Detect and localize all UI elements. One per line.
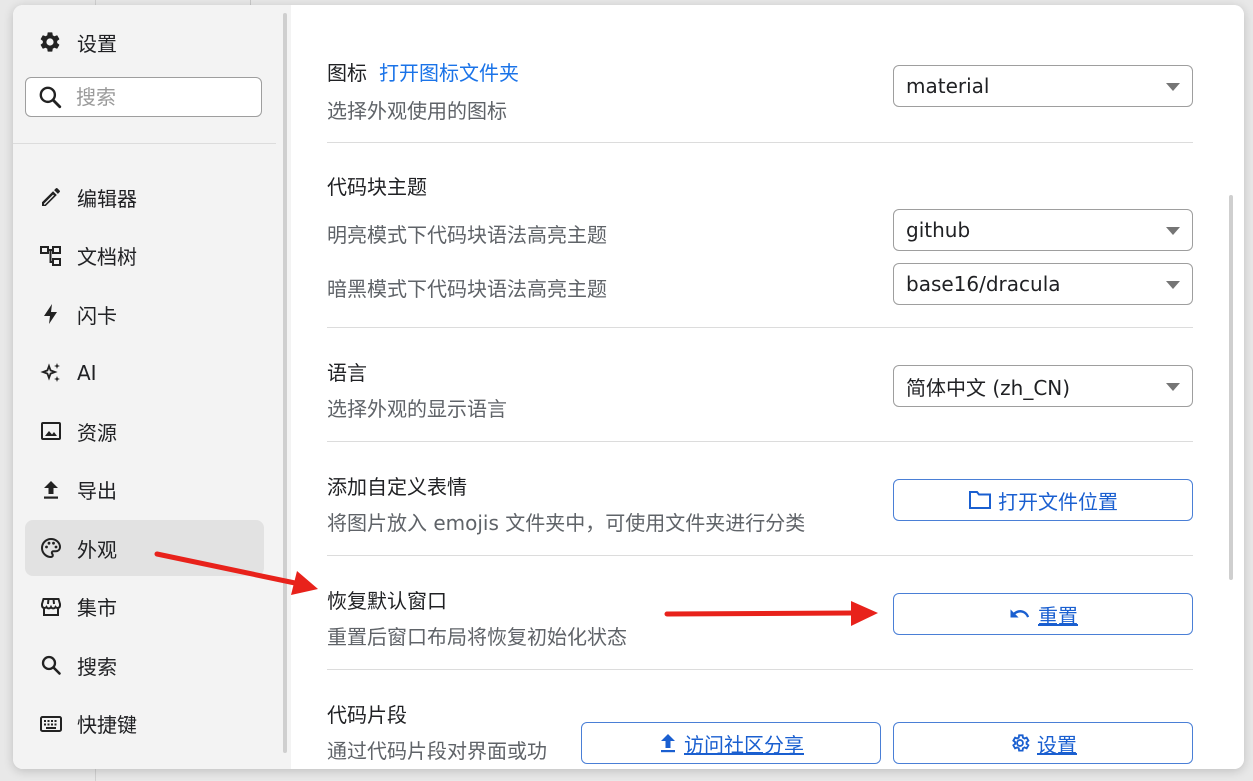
caret-down-icon — [1166, 281, 1180, 289]
emoji-section: 添加自定义表情 将图片放入 emojis 文件夹中，可使用文件夹进行分类 打开文… — [327, 465, 1193, 545]
reset-button[interactable]: 重置 — [893, 593, 1193, 635]
sidebar-item-label: AI — [77, 360, 97, 385]
caret-down-icon — [1166, 383, 1180, 391]
icon-select-value: material — [906, 74, 990, 98]
sidebar-item-bazaar[interactable]: 集市 — [25, 579, 264, 635]
settings-title: 设置 — [37, 27, 117, 57]
sidebar-item-ai[interactable]: AI — [25, 345, 264, 401]
reset-window-title: 恢复默认窗口 — [327, 589, 447, 613]
code-theme-title: 代码块主题 — [327, 175, 427, 199]
sidebar-item-search[interactable]: 搜索 — [25, 637, 264, 693]
dark-theme-label: 暗黑模式下代码块语法高亮主题 — [327, 277, 607, 301]
emoji-title: 添加自定义表情 — [327, 475, 467, 499]
sidebar-item-label: 搜索 — [77, 654, 117, 679]
gear-icon — [1009, 732, 1031, 754]
section-divider — [327, 441, 1193, 442]
settings-title-label: 设置 — [77, 31, 117, 56]
icon-section-desc: 选择外观使用的图标 — [327, 99, 507, 123]
store-icon — [37, 593, 65, 621]
language-desc: 选择外观的显示语言 — [327, 397, 507, 421]
section-divider — [327, 555, 1193, 556]
icon-title-text: 图标 — [327, 61, 367, 85]
section-divider — [327, 142, 1193, 143]
sidebar-item-label: 集市 — [77, 596, 117, 620]
main-scrollbar[interactable] — [1229, 195, 1233, 580]
upload-icon — [37, 476, 65, 504]
sidebar-item-label: 闪卡 — [77, 303, 117, 328]
search-input[interactable] — [74, 84, 248, 110]
settings-panel: 图标 打开图标文件夹 选择外观使用的图标 material 代码块主题 明亮模式下… — [291, 5, 1244, 769]
language-value: 简体中文 (zh_CN) — [906, 375, 1071, 400]
open-file-location-label: 打开文件位置 — [998, 489, 1118, 514]
keyboard-icon — [37, 710, 65, 738]
sidebar-item-keymap[interactable]: 快捷键 — [25, 696, 264, 752]
sidebar-item-label: 资源 — [77, 420, 117, 445]
search-icon — [36, 83, 64, 111]
snippets-desc: 通过代码片段对界面或功 — [327, 739, 547, 763]
sidebar-item-label: 编辑器 — [77, 186, 137, 211]
image-icon — [37, 417, 65, 445]
reset-window-desc: 重置后窗口布局将恢复初始化状态 — [327, 625, 627, 649]
sidebar: 设置 编辑器 文档树 — [13, 5, 291, 769]
dark-theme-value: base16/dracula — [906, 272, 1061, 296]
language-section: 语言 选择外观的显示语言 简体中文 (zh_CN) — [327, 351, 1193, 431]
open-file-location-button[interactable]: 打开文件位置 — [893, 479, 1193, 521]
folder-icon — [968, 489, 992, 511]
undo-icon — [1008, 604, 1032, 624]
reset-window-section: 恢复默认窗口 重置后窗口布局将恢复初始化状态 重置 — [327, 579, 1193, 659]
sidebar-nav: 编辑器 文档树 闪卡 AI 资源 导出 外观 集市 搜索 快捷键 — [25, 169, 264, 754]
sidebar-item-flashcard[interactable]: 闪卡 — [25, 286, 264, 342]
tree-icon — [37, 242, 65, 270]
palette-icon — [37, 534, 65, 562]
sidebar-item-doctree[interactable]: 文档树 — [25, 228, 264, 284]
snippets-settings-button[interactable]: 设置 — [893, 722, 1193, 764]
settings-dialog: 设置 编辑器 文档树 — [13, 5, 1244, 769]
sidebar-scrollbar[interactable] — [283, 13, 287, 753]
sidebar-item-editor[interactable]: 编辑器 — [25, 169, 264, 225]
icon-select[interactable]: material — [893, 65, 1193, 107]
lightning-icon — [37, 300, 65, 328]
light-theme-select[interactable]: github — [893, 209, 1193, 251]
open-icon-folder-link[interactable]: 打开图标文件夹 — [379, 61, 519, 85]
snippets-title: 代码片段 — [327, 703, 407, 727]
icon-section-title: 图标 打开图标文件夹 — [327, 57, 519, 86]
language-title: 语言 — [327, 361, 367, 385]
sidebar-item-label: 导出 — [77, 479, 117, 503]
snippets-section: 代码片段 通过代码片段对界面或功 访问社区分享 设置 — [327, 693, 1193, 769]
sidebar-item-export[interactable]: 导出 — [25, 462, 264, 518]
icon-section: 图标 打开图标文件夹 选择外观使用的图标 material — [327, 49, 1193, 129]
sidebar-item-label: 外观 — [77, 537, 117, 562]
upload-icon — [658, 732, 678, 754]
sidebar-divider — [13, 143, 276, 144]
light-theme-value: github — [906, 218, 971, 242]
sidebar-item-label: 快捷键 — [77, 713, 137, 737]
caret-down-icon — [1166, 227, 1180, 235]
snippets-settings-label: 设置 — [1037, 732, 1077, 757]
sidebar-item-appearance[interactable]: 外观 — [25, 520, 264, 576]
sidebar-item-label: 文档树 — [77, 245, 137, 269]
gear-icon — [37, 29, 63, 55]
section-divider — [327, 327, 1193, 328]
emoji-desc: 将图片放入 emojis 文件夹中，可使用文件夹进行分类 — [327, 511, 806, 535]
dark-theme-select[interactable]: base16/dracula — [893, 263, 1193, 305]
sidebar-search[interactable] — [25, 77, 262, 117]
visit-community-share-button[interactable]: 访问社区分享 — [581, 722, 881, 764]
sidebar-item-assets[interactable]: 资源 — [25, 403, 264, 459]
pencil-icon — [37, 183, 65, 211]
light-theme-label: 明亮模式下代码块语法高亮主题 — [327, 223, 607, 247]
caret-down-icon — [1166, 83, 1180, 91]
language-select[interactable]: 简体中文 (zh_CN) — [893, 365, 1193, 407]
reset-button-label: 重置 — [1038, 603, 1078, 628]
code-theme-section: 代码块主题 明亮模式下代码块语法高亮主题 github 暗黑模式下代码块语法高亮… — [327, 165, 1193, 315]
search-icon — [37, 651, 65, 679]
section-divider — [327, 669, 1193, 670]
sparkle-icon — [37, 359, 65, 387]
visit-community-share-label: 访问社区分享 — [684, 732, 804, 757]
